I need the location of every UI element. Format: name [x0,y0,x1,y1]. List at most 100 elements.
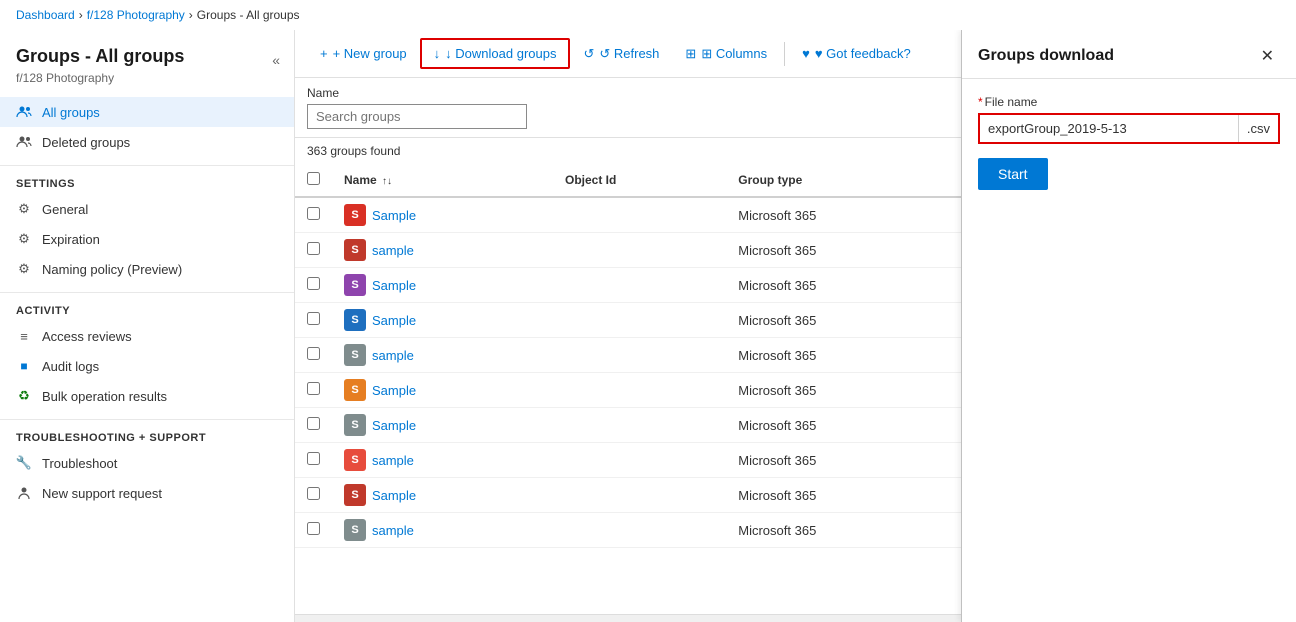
sidebar-title: Groups - All groups [0,38,294,71]
group-name-link[interactable]: S sample [344,239,541,261]
group-name-text: Sample [372,488,416,503]
start-button[interactable]: Start [978,158,1048,190]
row-object-id [553,373,726,408]
sidebar-collapse-button[interactable]: « [266,48,286,72]
group-name-text: sample [372,523,414,538]
group-name-text: sample [372,243,414,258]
group-name-link[interactable]: S Sample [344,379,541,401]
row-name: S Sample [332,268,553,303]
sidebar-item-label: Bulk operation results [42,389,167,404]
person-support-icon [16,485,32,501]
feedback-button[interactable]: ♥ ♥ Got feedback? [789,39,924,68]
select-all-checkbox[interactable] [307,172,320,185]
sidebar-subtitle: f/128 Photography [0,71,294,97]
group-name-link[interactable]: S Sample [344,204,541,226]
group-name-text: sample [372,348,414,363]
plus-icon: + [320,46,328,61]
row-object-id [553,268,726,303]
table-row: S Sample Microsoft 365 [295,303,961,338]
row-checkbox-cell[interactable] [295,303,332,338]
download-icon: ↓ [434,46,441,61]
group-name-link[interactable]: S Sample [344,414,541,436]
row-checkbox-cell[interactable] [295,197,332,233]
row-checkbox[interactable] [307,207,320,220]
row-checkbox-cell[interactable] [295,408,332,443]
breadcrumb-org[interactable]: f/128 Photography [87,8,185,22]
table-row: S Sample Microsoft 365 [295,408,961,443]
sidebar-item-bulk-operation[interactable]: ♻ Bulk operation results [0,381,294,411]
refresh-button[interactable]: ↺ ↺ Refresh [570,39,672,69]
group-name-link[interactable]: S Sample [344,484,541,506]
search-input[interactable] [307,104,527,129]
refresh-icon: ↺ [583,46,594,62]
breadcrumb-dashboard[interactable]: Dashboard [16,8,75,22]
row-checkbox[interactable] [307,382,320,395]
close-panel-button[interactable]: ✕ [1255,44,1280,68]
filter-label: Name [307,86,949,100]
sidebar-item-naming-policy[interactable]: ⚙ Naming policy (Preview) [0,254,294,284]
sidebar-item-general[interactable]: ⚙ General [0,194,294,224]
group-avatar: S [344,519,366,541]
columns-button[interactable]: ⊞ ⊞ Columns [672,39,780,69]
refresh-label: ↺ Refresh [599,46,659,62]
filename-input[interactable] [980,115,1238,142]
object-id-column-header: Object Id [553,164,726,197]
row-object-id [553,197,726,233]
row-checkbox[interactable] [307,452,320,465]
group-name-link[interactable]: S Sample [344,274,541,296]
row-checkbox-cell[interactable] [295,268,332,303]
toolbar-separator [784,42,785,66]
horizontal-scrollbar[interactable] [295,614,961,622]
row-checkbox[interactable] [307,242,320,255]
sidebar-item-all-groups[interactable]: All groups [0,97,294,127]
sidebar-item-label: Expiration [42,232,100,247]
row-checkbox-cell[interactable] [295,478,332,513]
group-name-link[interactable]: S sample [344,344,541,366]
sidebar-item-audit-logs[interactable]: ■ Audit logs [0,351,294,381]
row-checkbox[interactable] [307,312,320,325]
row-checkbox-cell[interactable] [295,513,332,548]
users-deleted-icon [16,134,32,150]
row-group-type: Microsoft 365 [726,408,961,443]
row-checkbox-cell[interactable] [295,443,332,478]
row-group-type: Microsoft 365 [726,197,961,233]
gear-icon: ⚙ [16,201,32,217]
breadcrumb: Dashboard › f/128 Photography › Groups -… [0,0,1296,30]
group-name-link[interactable]: S Sample [344,309,541,331]
sidebar-item-troubleshoot[interactable]: 🔧 Troubleshoot [0,448,294,478]
sidebar-section-troubleshooting: Troubleshooting + Support [0,419,294,448]
group-name-link[interactable]: S sample [344,519,541,541]
group-name-text: Sample [372,278,416,293]
group-avatar: S [344,204,366,226]
row-checkbox-cell[interactable] [295,338,332,373]
row-name: S sample [332,338,553,373]
sidebar-item-access-reviews[interactable]: ≡ Access reviews [0,321,294,351]
table-row: S sample Microsoft 365 [295,338,961,373]
row-checkbox[interactable] [307,277,320,290]
row-checkbox[interactable] [307,417,320,430]
row-group-type: Microsoft 365 [726,303,961,338]
sidebar-item-deleted-groups[interactable]: Deleted groups [0,127,294,157]
row-group-type: Microsoft 365 [726,233,961,268]
sidebar-item-expiration[interactable]: ⚙ Expiration [0,224,294,254]
results-count: 363 groups found [295,138,961,164]
wrench-icon: 🔧 [16,455,32,471]
group-avatar: S [344,484,366,506]
columns-icon: ⊞ [685,46,696,62]
download-groups-button[interactable]: ↓ ↓ Download groups [420,38,571,69]
new-group-button[interactable]: + + New group [307,39,420,68]
breadcrumb-current: Groups - All groups [197,8,300,22]
sidebar-item-new-support[interactable]: New support request [0,478,294,508]
group-name-link[interactable]: S sample [344,449,541,471]
row-object-id [553,443,726,478]
gear-icon: ⚙ [16,231,32,247]
row-checkbox[interactable] [307,522,320,535]
row-name: S Sample [332,373,553,408]
row-checkbox-cell[interactable] [295,233,332,268]
row-checkbox-cell[interactable] [295,373,332,408]
select-all-header[interactable] [295,164,332,197]
name-column-header[interactable]: Name ↑↓ [332,164,553,197]
row-checkbox[interactable] [307,347,320,360]
row-checkbox[interactable] [307,487,320,500]
sort-icon: ↑↓ [382,176,392,187]
